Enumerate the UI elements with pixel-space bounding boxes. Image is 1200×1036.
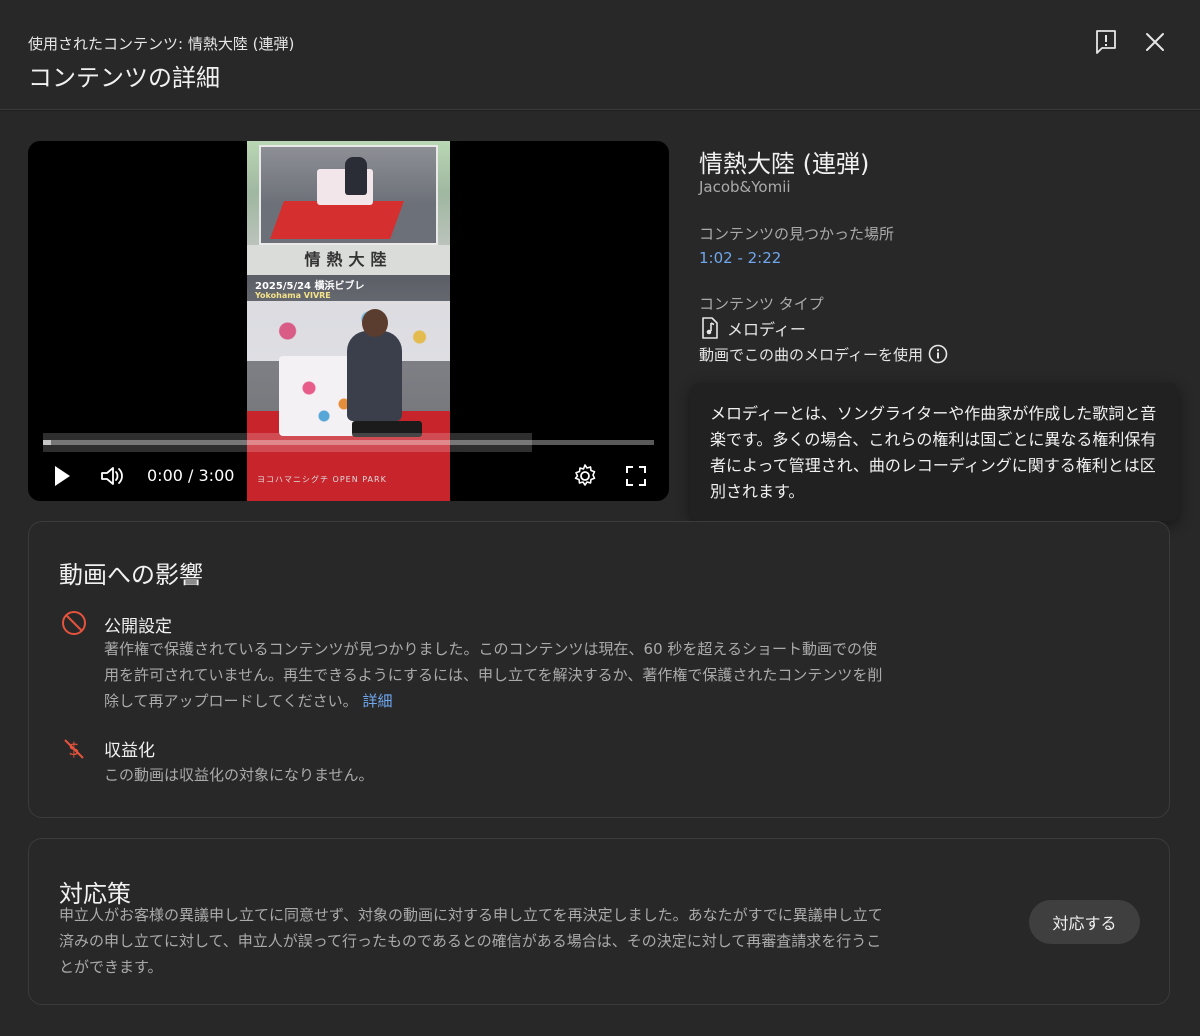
report-feedback-icon[interactable] — [1092, 28, 1120, 56]
respond-button[interactable]: 対応する — [1029, 900, 1140, 944]
song-title: 情熱大陸 (連弾) — [699, 150, 870, 178]
info-icon[interactable] — [928, 344, 948, 364]
progress-played — [43, 440, 51, 445]
settings-gear-icon[interactable] — [571, 462, 599, 490]
play-button[interactable] — [48, 462, 76, 490]
no-monetization-icon: $ — [61, 736, 87, 762]
content-type-row: メロディー — [699, 316, 806, 340]
content-type-value: メロディー — [727, 320, 806, 339]
artist-name: Jacob&Yomii — [699, 178, 791, 196]
video-player[interactable]: 情熱大陸 2025/5/24 横浜ビブレ Yokohama VIVRE ヨコハマ… — [28, 141, 669, 501]
usage-row: 動画でこの曲のメロディーを使用 — [699, 343, 948, 365]
music-note-icon — [699, 317, 721, 339]
found-location-label: コンテンツの見つかった場所 — [699, 225, 895, 243]
dialog-title: コンテンツの詳細 — [28, 64, 220, 92]
action-description: 申立人がお客様の異議申し立てに同意せず、対象の動画に対する申し立てを再決定しまし… — [59, 906, 883, 976]
progress-buffered — [43, 433, 532, 452]
monetization-description: この動画は収益化の対象になりません。 — [104, 766, 374, 784]
blocked-icon — [61, 610, 87, 636]
thumbnail-caption-date: 2025/5/24 横浜ビブレ — [255, 281, 365, 292]
visibility-heading: 公開設定 — [104, 617, 172, 637]
used-content-subtitle: 使用されたコンテンツ: 情熱大陸 (連弾) — [28, 35, 295, 53]
thumbnail-band-text: 情熱大陸 — [247, 245, 450, 275]
video-impact-card: 動画への影響 公開設定 著作権で保護されているコンテンツが見つかりました。このコ… — [28, 521, 1170, 818]
close-icon[interactable] — [1141, 28, 1169, 56]
monetization-heading: 収益化 — [104, 741, 155, 761]
dialog-header: 使用されたコンテンツ: 情熱大陸 (連弾) コンテンツの詳細 — [0, 0, 1200, 110]
visibility-body-text: 著作権で保護されているコンテンツが見つかりました。このコンテンツは現在、60 秒… — [104, 640, 883, 710]
thumbnail-caption-venue: Yokohama VIVRE — [255, 291, 331, 300]
thumbnail-watermark: ヨコハマニシグチ OPEN PARK — [257, 475, 387, 484]
visibility-description: 著作権で保護されているコンテンツが見つかりました。このコンテンツは現在、60 秒… — [104, 636, 884, 714]
impact-title: 動画への影響 — [59, 561, 203, 589]
time-display: 0:00 / 3:00 — [147, 466, 235, 485]
action-card: 対応策 申立人がお客様の異議申し立てに同意せず、対象の動画に対する申し立てを再決… — [28, 838, 1170, 1005]
details-link[interactable]: 詳細 — [362, 692, 392, 710]
volume-button[interactable] — [99, 462, 127, 490]
melody-tooltip: メロディーとは、ソングライターや作曲家が作成した歌詞と音楽です。多くの場合、これ… — [690, 383, 1179, 521]
usage-description: 動画でこの曲のメロディーを使用 — [699, 345, 923, 364]
dialog-body: 情熱大陸 2025/5/24 横浜ビブレ Yokohama VIVRE ヨコハマ… — [0, 111, 1200, 1036]
content-type-label: コンテンツ タイプ — [699, 295, 824, 313]
fullscreen-icon[interactable] — [622, 462, 650, 490]
found-location-range[interactable]: 1:02 - 2:22 — [699, 249, 781, 267]
